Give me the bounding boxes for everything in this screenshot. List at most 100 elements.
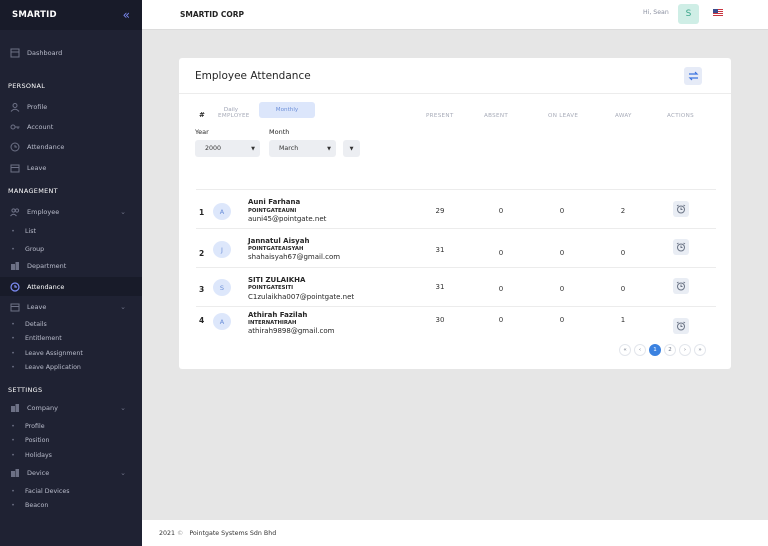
- alarm-clock-icon[interactable]: [673, 201, 689, 217]
- sidebar-item-attendance-management[interactable]: Attendance: [0, 277, 142, 296]
- absent-count: 0: [498, 316, 504, 324]
- page-title: Employee Attendance: [195, 69, 311, 82]
- employee-name[interactable]: Auni Farhana: [248, 198, 300, 206]
- sidebar-item-attendance[interactable]: Attendance: [0, 139, 142, 155]
- bullet-icon: •: [11, 245, 15, 253]
- avatar: A: [213, 313, 231, 330]
- sidebar-item-leave-management[interactable]: Leave ⌄: [0, 299, 142, 315]
- sidebar-item-entitlement[interactable]: • Entitlement: [0, 330, 142, 346]
- sidebar-item-label: Details: [25, 320, 47, 328]
- sidebar-item-label: Group: [25, 245, 45, 253]
- sidebar-item-label: Attendance: [27, 143, 65, 151]
- sidebar-item-position[interactable]: • Position: [0, 432, 142, 448]
- row-number: 4: [199, 316, 205, 325]
- sidebar: SMARTID « Dashboard PERSONAL Profile Acc…: [0, 0, 142, 546]
- pagination-page-1[interactable]: 1: [649, 344, 661, 356]
- sidebar-item-leave[interactable]: Leave: [0, 160, 142, 176]
- swap-icon[interactable]: [684, 67, 702, 85]
- away-count: 0: [620, 285, 626, 293]
- sidebar-item-beacon[interactable]: • Beacon: [0, 497, 142, 513]
- brand-bar: SMARTID «: [0, 0, 142, 30]
- collapse-sidebar-icon[interactable]: «: [123, 8, 130, 22]
- leave-count: 0: [559, 207, 565, 215]
- sidebar-item-leave-application[interactable]: • Leave Application: [0, 359, 142, 375]
- employee-email: athirah9898@gmail.com: [248, 327, 335, 335]
- month-label: Month: [269, 128, 290, 136]
- chevron-down-icon: ⌄: [120, 469, 126, 477]
- employee-name[interactable]: Jannatul Aisyah: [248, 237, 309, 245]
- pagination-page-2[interactable]: 2: [664, 344, 676, 356]
- sidebar-item-label: Entitlement: [25, 334, 62, 342]
- employee-email: shahaisyah67@gmail.com: [248, 253, 341, 261]
- leave-count: 0: [559, 285, 565, 293]
- leave-count: 0: [559, 249, 565, 257]
- sidebar-item-employee[interactable]: Employee ⌄: [0, 204, 142, 220]
- dashboard-icon: [8, 48, 22, 58]
- sidebar-item-dashboard[interactable]: Dashboard: [0, 45, 142, 61]
- present-count: 31: [435, 283, 445, 291]
- employee-name[interactable]: Athirah Fazilah: [248, 311, 307, 319]
- avatar: A: [213, 203, 231, 220]
- bullet-icon: •: [11, 334, 15, 342]
- sidebar-item-company[interactable]: Company ⌄: [0, 400, 142, 416]
- user-icon: [8, 102, 22, 112]
- col-present: PRESENT: [426, 113, 454, 119]
- row-number: 2: [199, 249, 205, 258]
- employee-code: POINTGATESITI: [248, 285, 294, 291]
- bullet-icon: •: [11, 436, 15, 444]
- avatar: J: [213, 241, 231, 258]
- pagination-last[interactable]: »: [694, 344, 706, 356]
- year-select[interactable]: 2000 ▼: [195, 140, 260, 157]
- away-count: 1: [620, 316, 626, 324]
- bullet-icon: •: [11, 320, 15, 328]
- employee-name[interactable]: SITI ZULAIKHA: [248, 276, 305, 284]
- key-icon: [8, 122, 22, 132]
- sidebar-item-label: Department: [27, 262, 67, 270]
- pagination-prev[interactable]: ‹: [634, 344, 646, 356]
- employee-code: POINTGATEAUNI: [248, 208, 297, 214]
- sidebar-item-account[interactable]: Account: [0, 119, 142, 135]
- col-away: AWAY: [615, 113, 632, 119]
- sidebar-item-holidays[interactable]: • Holidays: [0, 447, 142, 463]
- col-actions: ACTIONS: [667, 113, 694, 119]
- pagination-first[interactable]: «: [619, 344, 631, 356]
- sidebar-item-label: Leave Assignment: [25, 349, 83, 357]
- sidebar-item-department[interactable]: Department: [0, 258, 142, 274]
- alarm-clock-icon[interactable]: [673, 278, 689, 294]
- card-header: Employee Attendance: [179, 58, 731, 94]
- section-personal: PERSONAL: [8, 82, 46, 90]
- company-name: SMARTID CORP: [180, 10, 245, 19]
- section-settings: SETTINGS: [8, 386, 43, 394]
- month-select[interactable]: March ▼: [269, 140, 336, 157]
- chevron-down-icon: ⌄: [120, 303, 126, 311]
- bullet-icon: •: [11, 487, 15, 495]
- sidebar-item-label: Profile: [25, 422, 45, 430]
- pagination-next[interactable]: ›: [679, 344, 691, 356]
- absent-count: 0: [498, 249, 504, 257]
- sidebar-item-list[interactable]: • List: [0, 223, 142, 239]
- bullet-icon: •: [11, 451, 15, 459]
- alarm-clock-icon[interactable]: [673, 239, 689, 255]
- employee-email: auni45@pointgate.net: [248, 215, 327, 223]
- sidebar-item-profile[interactable]: Profile: [0, 99, 142, 115]
- present-count: 29: [435, 207, 445, 215]
- col-absent: ABSENT: [484, 113, 509, 119]
- year-select-value: 2000: [205, 145, 222, 152]
- sidebar-item-device[interactable]: Device ⌄: [0, 465, 142, 481]
- tab-monthly[interactable]: Monthly: [259, 102, 315, 118]
- caret-down-icon: ▼: [349, 145, 354, 152]
- sidebar-item-label: Employee: [27, 208, 60, 216]
- sidebar-item-label: Facial Devices: [25, 487, 70, 495]
- sidebar-item-group[interactable]: • Group: [0, 241, 142, 257]
- alarm-clock-icon[interactable]: [673, 318, 689, 334]
- search-button[interactable]: ▼: [343, 140, 360, 157]
- avatar: S: [213, 279, 231, 296]
- row-number: 1: [199, 208, 205, 217]
- building-icon: [8, 261, 22, 271]
- calendar-icon: [8, 302, 22, 312]
- footer: 2021 © Pointgate Systems Sdn Bhd: [142, 520, 768, 546]
- us-flag-icon[interactable]: [713, 9, 723, 17]
- away-count: 0: [620, 249, 626, 257]
- sidebar-item-label: Dashboard: [27, 49, 63, 57]
- avatar[interactable]: S: [678, 4, 699, 24]
